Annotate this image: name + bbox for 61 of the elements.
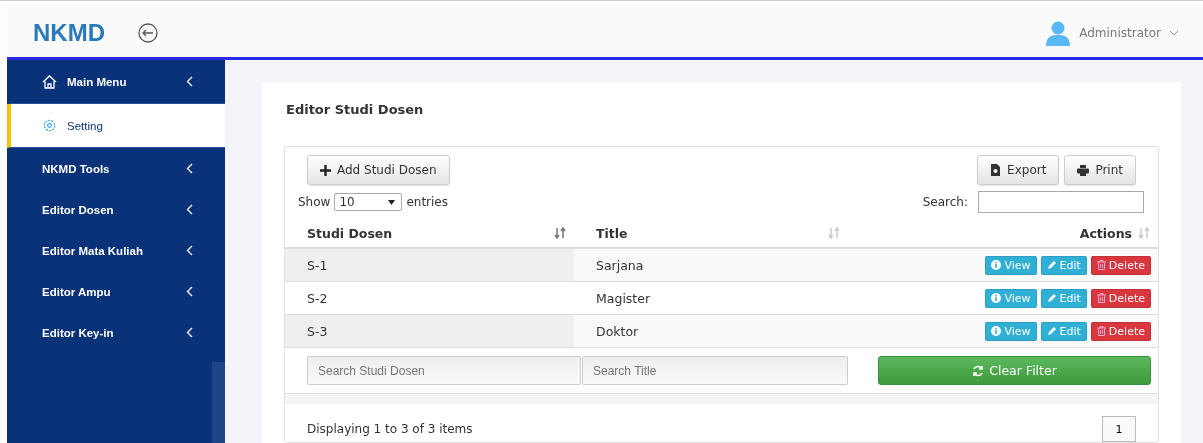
chevron-left-icon [186, 204, 193, 215]
logo: NKMD [33, 18, 105, 47]
show-label: Show [298, 195, 331, 209]
chevron-left-icon [186, 286, 193, 297]
filter-field[interactable]: Search Title [582, 356, 848, 385]
home-icon [42, 74, 57, 89]
pencil-icon [1046, 326, 1057, 336]
settings-icon [42, 118, 57, 133]
trash-icon [1096, 293, 1106, 303]
sidebar-item[interactable]: Editor Dosen [7, 189, 225, 230]
table-cell-text: Magister [595, 289, 652, 308]
table-cell-text: S-2 [306, 289, 329, 308]
sidebar-item[interactable]: Setting [7, 104, 225, 148]
column-header[interactable]: Studi Dosen [307, 225, 393, 241]
info-icon [991, 326, 1002, 336]
column-header[interactable]: Title [596, 225, 628, 241]
info-icon [991, 260, 1002, 270]
delete-button[interactable]: Delete [1090, 288, 1151, 308]
sidebar-item[interactable]: Editor Key-in [7, 312, 225, 353]
entries-select[interactable]: 10 [334, 193, 403, 211]
entries-label: entries [406, 195, 448, 209]
table-cell-text: Doktor [595, 322, 640, 341]
file-icon [990, 164, 1002, 176]
chevron-left-icon [186, 76, 193, 87]
info-icon [991, 293, 1002, 303]
pagination-info: Displaying 1 to 3 of 3 items [307, 422, 473, 436]
sidebar-item[interactable]: Editor Mata Kuliah [7, 230, 225, 271]
sort-icon [1138, 227, 1150, 239]
sidebar-item[interactable]: NKMD Tools [7, 148, 225, 189]
table-cell-text: Sarjana [595, 256, 645, 275]
trash-icon [1096, 260, 1106, 270]
search-label: Search: [922, 195, 968, 209]
user-menu[interactable]: Administrator [1079, 25, 1161, 40]
delete-button[interactable]: Delete [1090, 255, 1151, 275]
add-button[interactable]: Add Studi Dosen [307, 155, 450, 185]
sidebar-item[interactable]: Editor Ampu [7, 271, 225, 312]
pencil-icon [1046, 293, 1057, 303]
export-button[interactable]: Export [977, 155, 1060, 185]
chevron-left-icon [186, 245, 193, 256]
plus-icon [320, 164, 331, 176]
table-cell: S-3 [285, 315, 574, 347]
search-field[interactable] [978, 191, 1144, 213]
trash-icon [1096, 326, 1106, 336]
chevron-left-icon [186, 327, 193, 338]
page-title: Editor Studi Dosen [286, 102, 425, 117]
caret-icon [388, 199, 396, 205]
delete-button[interactable]: Delete [1090, 321, 1151, 341]
chevron-down-icon[interactable] [1169, 29, 1179, 36]
sort-icon [828, 227, 840, 239]
scrollbar[interactable] [212, 362, 225, 443]
table-cell: S-1 [285, 249, 574, 281]
user-avatar-icon[interactable] [1045, 19, 1072, 46]
print-button[interactable]: Print [1064, 155, 1136, 185]
refresh-icon [972, 364, 985, 377]
chevron-left-icon [186, 163, 193, 174]
filter-field[interactable]: Search Studi Dosen [307, 356, 581, 385]
page-button[interactable]: 1 [1102, 416, 1136, 442]
printer-icon [1077, 164, 1090, 176]
pencil-icon [1046, 260, 1057, 270]
sort-icon [554, 227, 566, 239]
column-header[interactable]: Actions [1079, 225, 1132, 241]
